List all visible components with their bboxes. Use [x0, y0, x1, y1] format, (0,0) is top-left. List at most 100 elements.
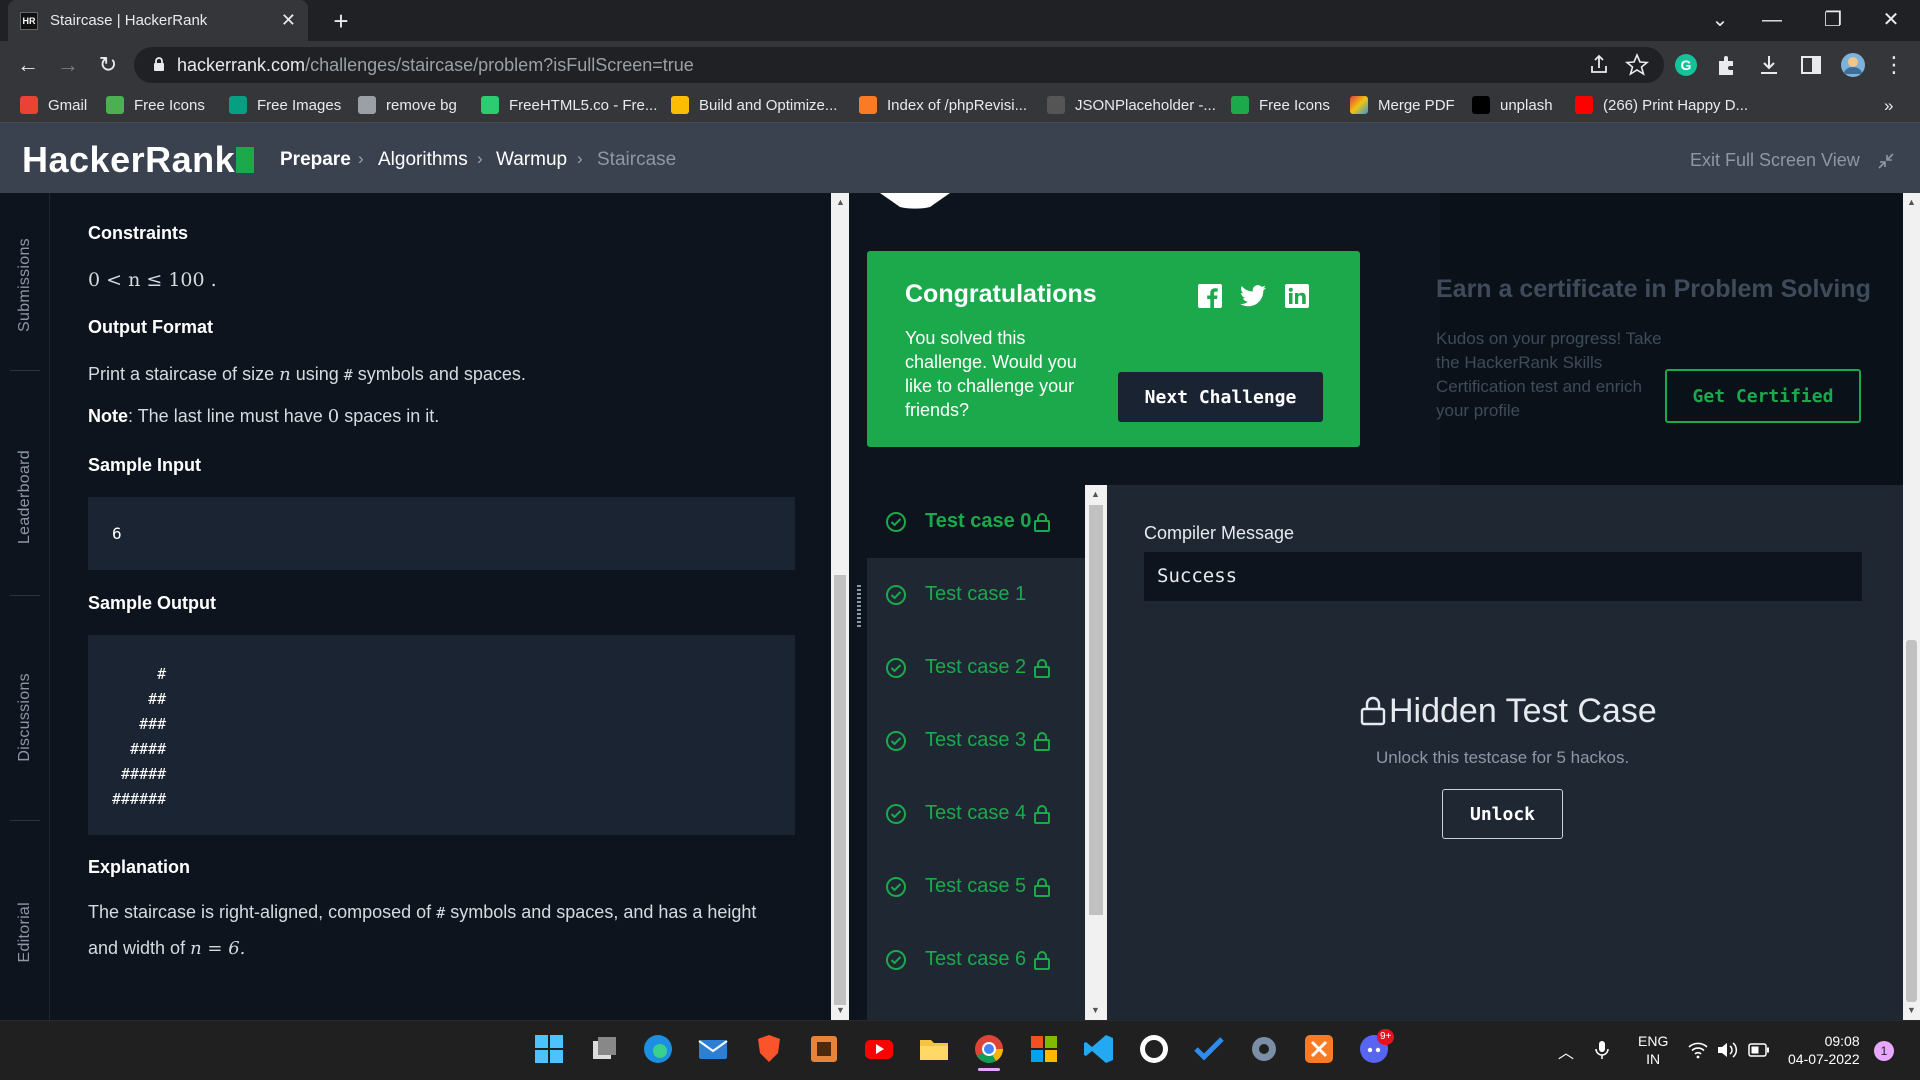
youtube-icon[interactable] [862, 1032, 896, 1066]
explanation-text-1: The staircase is right-aligned, composed… [88, 902, 757, 922]
testcase-0[interactable]: Test case 0 [867, 485, 1085, 558]
volume-icon[interactable] [1716, 1041, 1738, 1059]
bookmark-unsplash[interactable]: unplash [1472, 96, 1553, 114]
breadcrumb-prepare[interactable]: Prepare [280, 149, 351, 171]
reload-icon[interactable]: ↻ [94, 51, 122, 79]
get-certified-button[interactable]: Get Certified [1665, 369, 1861, 423]
bookmark-gmail[interactable]: Gmail [20, 96, 87, 114]
bookmarks-overflow-icon[interactable]: » [1884, 96, 1893, 116]
linkedin-icon[interactable] [1285, 284, 1309, 308]
testcase-scrollbar-thumb[interactable] [1089, 505, 1103, 915]
scroll-down-arrow-icon[interactable]: ▼ [1907, 1005, 1916, 1015]
vscode-icon[interactable] [1082, 1032, 1116, 1066]
tab-submissions[interactable]: Submissions [0, 200, 50, 370]
unsplash-icon [1472, 96, 1490, 114]
profile-avatar[interactable] [1840, 52, 1866, 78]
notification-badge[interactable]: 1 [1874, 1041, 1894, 1061]
microsoft-store-icon[interactable] [1027, 1032, 1061, 1066]
breadcrumb-warmup[interactable]: Warmup [496, 149, 567, 171]
testcase-4[interactable]: Test case 4 [867, 777, 1085, 850]
lock-icon [1360, 696, 1386, 726]
restore-icon[interactable]: ❐ [1813, 6, 1853, 34]
output-format-text: Print a staircase of size n using # symb… [88, 364, 526, 385]
breadcrumb-algorithms[interactable]: Algorithms [378, 149, 468, 171]
browser-menu-icon[interactable]: ⋮ [1880, 51, 1908, 79]
clock[interactable]: 09:08 04-07-2022 [1788, 1032, 1860, 1068]
minimize-icon[interactable]: — [1752, 6, 1792, 34]
resizer-grip-icon[interactable] [857, 585, 861, 627]
settings-icon[interactable] [1247, 1032, 1281, 1066]
testcase-5[interactable]: Test case 5 [867, 850, 1085, 923]
testcase-1[interactable]: Test case 1 [867, 558, 1085, 631]
tab-discussions[interactable]: Discussions [0, 625, 50, 810]
sublime-icon[interactable] [807, 1032, 841, 1066]
language-indicator[interactable]: ENG IN [1638, 1032, 1668, 1068]
download-icon[interactable] [1756, 52, 1782, 78]
side-panel-icon[interactable] [1798, 52, 1824, 78]
mail-icon[interactable] [696, 1032, 730, 1066]
facebook-icon[interactable] [1198, 284, 1222, 308]
extensions-icon[interactable] [1714, 52, 1740, 78]
twitter-icon[interactable] [1240, 285, 1266, 307]
exit-fullscreen-link[interactable]: Exit Full Screen View [1690, 150, 1860, 171]
grammarly-icon[interactable]: G [1673, 52, 1699, 78]
bookmark-build-optimize[interactable]: Build and Optimize... [671, 96, 837, 114]
brave-icon[interactable] [752, 1032, 786, 1066]
free-icons-icon [106, 96, 124, 114]
sample-output-heading: Sample Output [88, 593, 217, 613]
scroll-up-arrow-icon[interactable]: ▲ [1091, 489, 1100, 499]
testcase-2[interactable]: Test case 2 [867, 631, 1085, 704]
share-icon[interactable] [1586, 52, 1612, 78]
scroll-down-arrow-icon[interactable]: ▼ [1091, 1005, 1100, 1015]
window-close-icon[interactable]: ✕ [1871, 6, 1911, 34]
scroll-down-arrow-icon[interactable]: ▼ [836, 1005, 845, 1015]
bookmark-free-icons-2[interactable]: Free Icons [1231, 96, 1330, 114]
lock-icon[interactable] [153, 56, 165, 72]
bookmark-remove-bg[interactable]: remove bg [358, 96, 457, 114]
file-explorer-icon[interactable] [917, 1032, 951, 1066]
hackerrank-logo[interactable]: HackerRank [22, 139, 235, 181]
tab-close-icon[interactable]: ✕ [281, 10, 296, 31]
scroll-up-arrow-icon[interactable]: ▲ [836, 197, 845, 207]
bookmark-free-icons[interactable]: Free Icons [106, 96, 205, 114]
bookmark-merge-pdf[interactable]: Merge PDF [1350, 96, 1455, 114]
bookmark-free-images[interactable]: Free Images [229, 96, 341, 114]
microphone-icon[interactable] [1594, 1039, 1610, 1061]
task-view-icon[interactable] [587, 1032, 621, 1066]
forward-icon[interactable]: → [54, 51, 82, 79]
bookmark-jsonplaceholder[interactable]: JSONPlaceholder -... [1047, 96, 1216, 114]
wifi-icon[interactable] [1688, 1041, 1708, 1059]
xampp-icon[interactable] [1302, 1032, 1336, 1066]
sample-output-value: # ## ### #### ##### ###### [112, 665, 167, 808]
windows-start-icon[interactable] [532, 1032, 566, 1066]
next-challenge-button[interactable]: Next Challenge [1118, 372, 1323, 422]
bookmark-star-icon[interactable] [1624, 52, 1650, 78]
tab-search-icon[interactable]: ⌄ [1700, 6, 1740, 34]
problem-scrollbar-thumb[interactable] [834, 575, 846, 1005]
edge-icon[interactable] [641, 1032, 675, 1066]
bookmark-youtube[interactable]: (266) Print Happy D... [1575, 96, 1748, 114]
bookmark-freehtml5[interactable]: FreeHTML5.co - Fre... [481, 96, 657, 114]
nav-divider [10, 595, 40, 596]
page-scrollbar-thumb[interactable] [1906, 640, 1917, 1002]
scroll-up-arrow-icon[interactable]: ▲ [1907, 197, 1916, 207]
github-icon[interactable] [1137, 1032, 1171, 1066]
collapse-icon[interactable] [1876, 151, 1896, 171]
compiler-message-box [1144, 552, 1862, 601]
testcase-6[interactable]: Test case 6 [867, 923, 1085, 996]
battery-icon[interactable] [1748, 1043, 1770, 1057]
back-icon[interactable]: ← [14, 51, 42, 79]
tab-leaderboard[interactable]: Leaderboard [0, 405, 50, 590]
todo-icon[interactable] [1192, 1032, 1226, 1066]
new-tab-icon[interactable]: + [326, 6, 356, 36]
testcase-3[interactable]: Test case 3 [867, 704, 1085, 777]
bookmark-index-php[interactable]: Index of /phpRevisi... [859, 96, 1027, 114]
windows-taskbar [0, 1020, 1920, 1080]
tray-overflow-icon[interactable]: ︿ [1558, 1039, 1574, 1063]
google-cloud-icon [671, 96, 689, 114]
url-text[interactable]: hackerrank.com/challenges/staircase/prob… [177, 55, 694, 76]
browser-tab[interactable]: HR Staircase | HackerRank ✕ [8, 0, 308, 41]
chrome-icon[interactable] [972, 1032, 1006, 1066]
tab-editorial[interactable]: Editorial [0, 850, 50, 1015]
unlock-button[interactable]: Unlock [1442, 789, 1563, 839]
